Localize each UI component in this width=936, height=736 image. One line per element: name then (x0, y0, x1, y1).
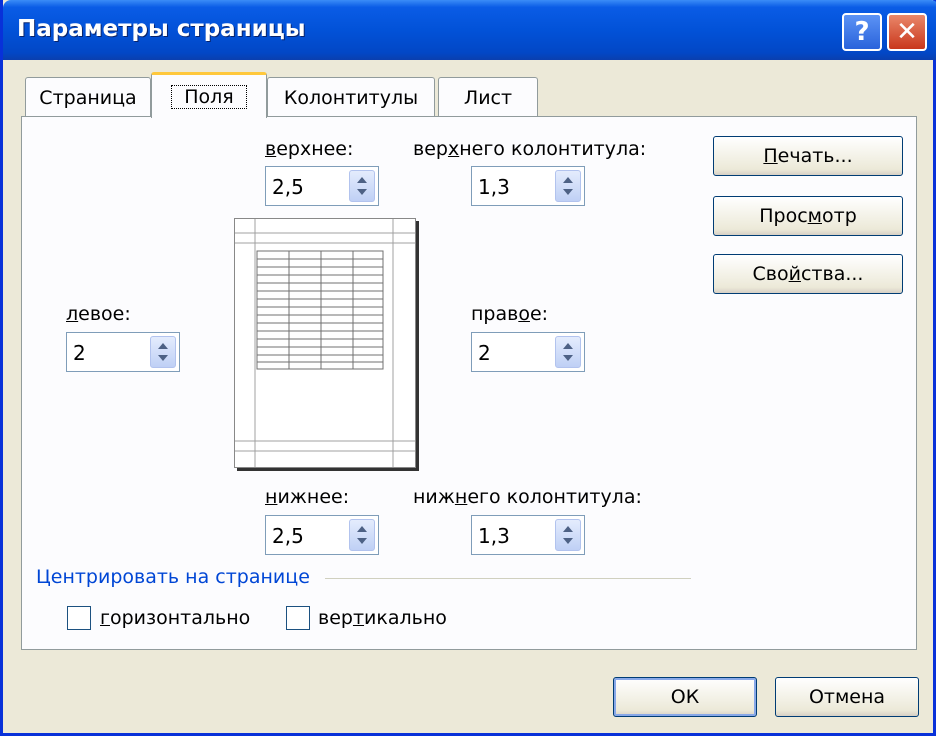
ok-button[interactable]: ОК (613, 677, 757, 717)
top-margin-spinner[interactable]: 2,5 (265, 166, 379, 206)
left-margin-spinner[interactable]: 2 (66, 332, 180, 372)
header-margin-spinner[interactable]: 1,3 (471, 166, 585, 206)
tab-header-footer[interactable]: Колонтитулы (267, 77, 435, 117)
left-margin-label: левое: (66, 303, 131, 325)
horizontal-label[interactable]: горизонтально (100, 607, 250, 629)
spin-arrows-icon[interactable] (150, 336, 176, 368)
properties-button[interactable]: Сво й ства... (713, 254, 903, 294)
dialog-title: Параметры страницы (17, 16, 306, 42)
footer-margin-spinner[interactable]: 1,3 (471, 515, 585, 555)
spin-arrows-icon[interactable] (349, 519, 375, 551)
spin-arrows-icon[interactable] (555, 170, 581, 202)
vertical-checkbox[interactable] (286, 606, 310, 630)
top-margin-label: верхнее: (265, 138, 354, 160)
right-margin-spinner[interactable]: 2 (471, 332, 585, 372)
page-preview-graphic (235, 219, 415, 467)
tab-label: Колонтитулы (283, 86, 419, 109)
print-button[interactable]: Печать... (713, 136, 903, 176)
left-margin-value[interactable]: 2 (73, 341, 86, 365)
group-divider (325, 578, 691, 579)
help-icon: ? (854, 17, 870, 47)
header-margin-value[interactable]: 1,3 (478, 175, 510, 199)
spin-arrows-icon[interactable] (349, 170, 375, 202)
bottom-margin-label: нижнее: (265, 486, 350, 508)
right-margin-label: правое: (471, 303, 549, 325)
right-margin-value[interactable]: 2 (478, 341, 491, 365)
help-button[interactable]: ? (842, 13, 882, 51)
page-setup-dialog: Параметры страницы ? ✕ Страница Поля Кол… (0, 0, 936, 736)
tab-margins[interactable]: Поля (151, 72, 267, 118)
preview-button[interactable]: Прос м отр (713, 196, 903, 236)
tab-sheet[interactable]: Лист (438, 77, 538, 117)
bottom-margin-spinner[interactable]: 2,5 (265, 515, 379, 555)
cancel-button[interactable]: Отмена (775, 677, 919, 717)
header-margin-label: верхнего колонтитула: (413, 138, 647, 160)
footer-margin-value[interactable]: 1,3 (478, 524, 510, 548)
center-on-page-group-label: Центрировать на странице (36, 566, 310, 588)
close-icon: ✕ (896, 17, 918, 47)
tab-page[interactable]: Страница (25, 77, 151, 117)
tab-label: Страница (39, 86, 137, 109)
tab-label: Лист (463, 86, 513, 109)
horizontal-checkbox[interactable] (67, 606, 91, 630)
spin-arrows-icon[interactable] (555, 519, 581, 551)
close-button[interactable]: ✕ (887, 13, 927, 51)
page-preview (234, 218, 416, 468)
bottom-margin-value[interactable]: 2,5 (272, 524, 304, 548)
tab-label: Поля (171, 84, 247, 109)
footer-margin-label: нижнего колонтитула: (413, 486, 642, 508)
top-margin-value[interactable]: 2,5 (272, 175, 304, 199)
spin-arrows-icon[interactable] (555, 336, 581, 368)
vertical-label[interactable]: вертикально (318, 607, 447, 629)
title-bar[interactable]: Параметры страницы ? ✕ (3, 0, 936, 60)
